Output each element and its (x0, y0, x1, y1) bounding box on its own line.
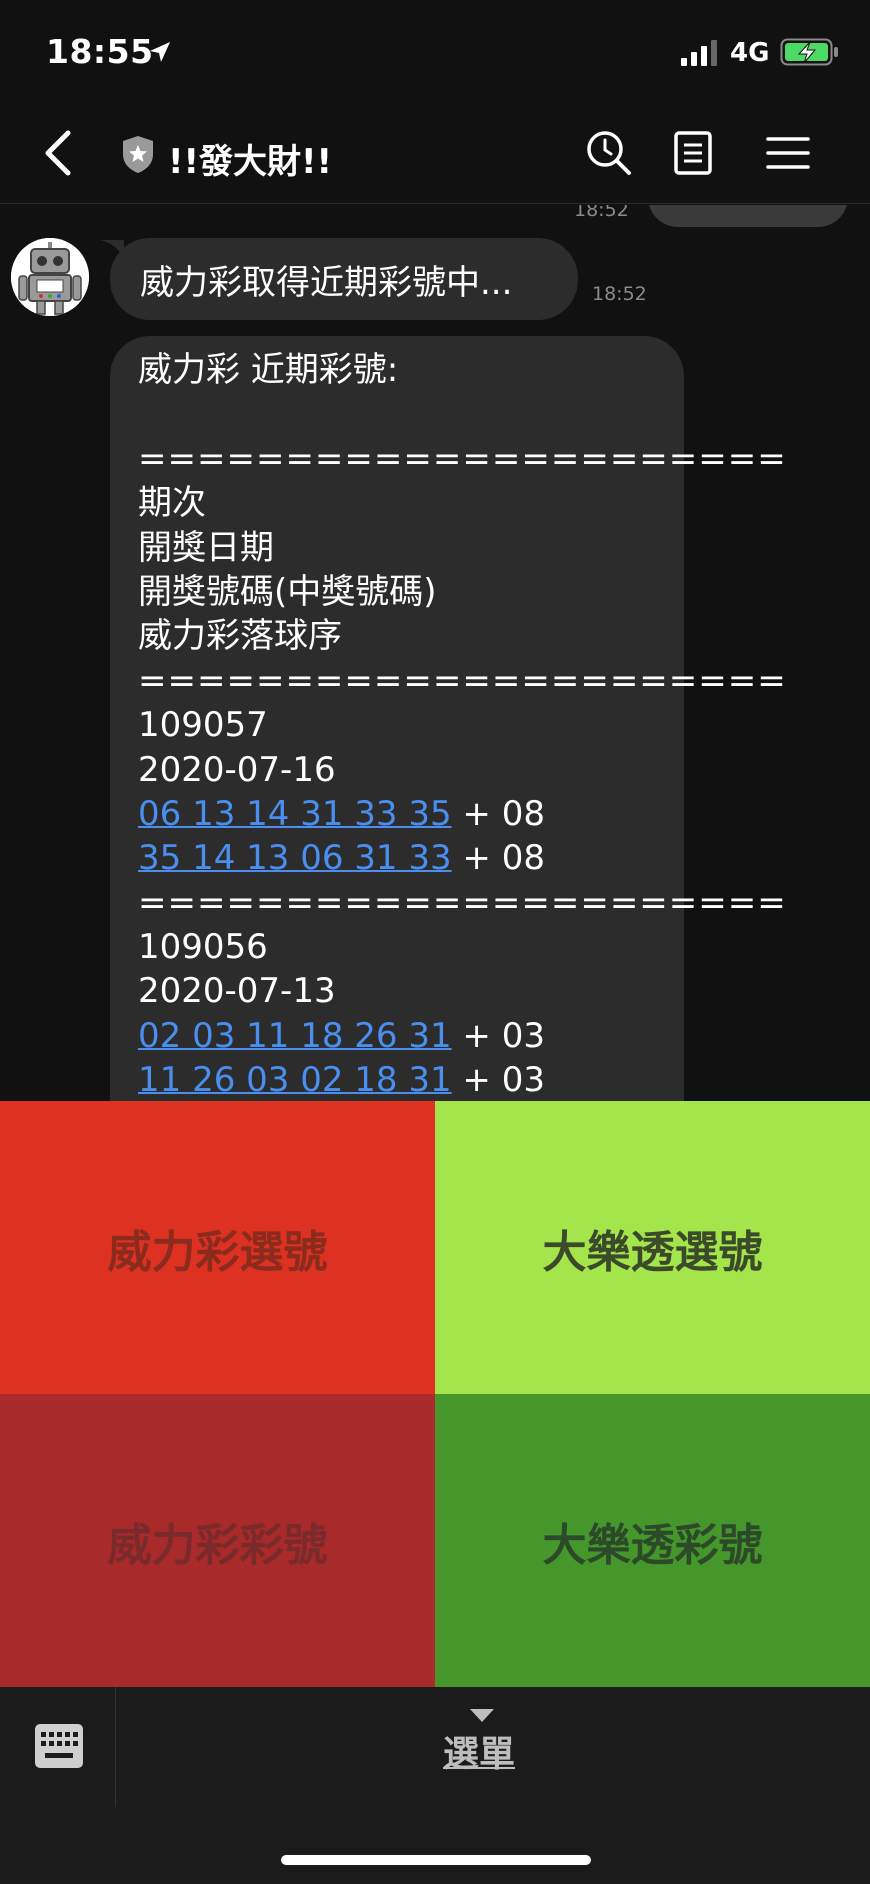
status-time: 18:55 (46, 32, 154, 71)
status-bar: 18:55 4G (0, 0, 870, 100)
lottery-numbers-link[interactable]: 02 03 11 18 26 31 (138, 1016, 452, 1056)
tile-label: 威力彩選號 (107, 1226, 328, 1278)
lottery-numbers-link[interactable]: 11 26 03 02 18 31 (138, 1060, 452, 1100)
message-time: 18:52 (592, 283, 647, 305)
lottery-results-bubble[interactable]: 威力彩 近期彩號: ====================== 期次 開獎日期 開獎號… (110, 336, 787, 1101)
special-number: + 08 (451, 793, 545, 834)
special-number: + 03 (451, 1015, 545, 1056)
message-line: 開獎日期 (138, 527, 274, 568)
robot-icon (11, 238, 89, 316)
bot-avatar[interactable] (11, 238, 89, 316)
special-number: + 03 (451, 1060, 545, 1101)
caret-down-icon[interactable] (470, 1709, 494, 1723)
chat-header: !!發大財!! (0, 100, 870, 204)
message-line: 威力彩 近期彩號: (138, 350, 399, 390)
power-lottery-results-button[interactable]: 威力彩彩號 (0, 1394, 435, 1687)
special-number: + 08 (451, 838, 545, 879)
keyboard-icon (35, 1724, 83, 1768)
tile-label: 威力彩彩號 (107, 1519, 328, 1571)
separator-line: ====================== (138, 882, 787, 923)
message-line: 2020-07-13 (138, 971, 336, 1012)
back-button[interactable] (38, 128, 78, 178)
lottery-numbers-link[interactable]: 06 13 14 31 33 35 (138, 794, 452, 834)
rich-menu: 威力彩選號 大樂透選號 威力彩彩號 大樂透彩號 (0, 1101, 870, 1687)
battery-charging-icon (780, 38, 838, 66)
big-lotto-results-button[interactable]: 大樂透彩號 (435, 1394, 870, 1687)
message-line: 期次 (138, 483, 206, 524)
hamburger-menu-icon[interactable] (763, 128, 813, 178)
number-row: 02 03 11 18 26 31 + 03 (138, 1014, 656, 1058)
separator-line: ====================== (138, 660, 787, 701)
message-line: 109057 (138, 705, 268, 746)
message-bubble[interactable]: 威力彩取得近期彩號中... (110, 238, 578, 320)
message-line: 威力彩落球序 (138, 616, 342, 657)
number-row: 35 14 13 06 31 33 + 08 (138, 836, 656, 880)
home-indicator[interactable] (281, 1855, 591, 1865)
location-arrow-icon (150, 42, 170, 62)
bottom-bar: 選單 (0, 1687, 870, 1884)
number-row: 11 26 03 02 18 31 + 03 (138, 1058, 656, 1101)
network-type: 4G (730, 38, 770, 68)
big-lotto-pick-button[interactable]: 大樂透選號 (435, 1101, 870, 1394)
search-icon[interactable] (584, 128, 634, 178)
tile-label: 大樂透彩號 (542, 1519, 763, 1571)
number-row: 06 13 14 31 33 35 + 08 (138, 792, 656, 836)
message-line (138, 392, 656, 436)
previous-message-bubble (648, 205, 848, 227)
chat-area[interactable]: 18:52 威力彩取得近期彩號中... 18:52 威力彩 近期彩號: =====… (0, 205, 870, 1101)
tile-label: 大樂透選號 (542, 1226, 763, 1278)
separator-line: ====================== (138, 438, 787, 479)
message-line: 開獎號碼(中獎號碼) (138, 571, 437, 612)
message-line: 2020-07-16 (138, 749, 336, 790)
previous-message-time: 18:52 (574, 205, 629, 221)
message-line: 109056 (138, 927, 268, 968)
power-lottery-pick-button[interactable]: 威力彩選號 (0, 1101, 435, 1394)
lottery-numbers-link[interactable]: 35 14 13 06 31 33 (138, 838, 452, 878)
keyboard-toggle[interactable] (0, 1687, 116, 1807)
signal-icon (681, 40, 717, 66)
message-text: 威力彩取得近期彩號中... (140, 262, 513, 303)
menu-toggle-button[interactable]: 選單 (443, 1725, 515, 1777)
notes-icon[interactable] (668, 128, 718, 178)
shield-star-icon (123, 136, 153, 173)
chat-title: !!發大財!! (168, 142, 333, 182)
